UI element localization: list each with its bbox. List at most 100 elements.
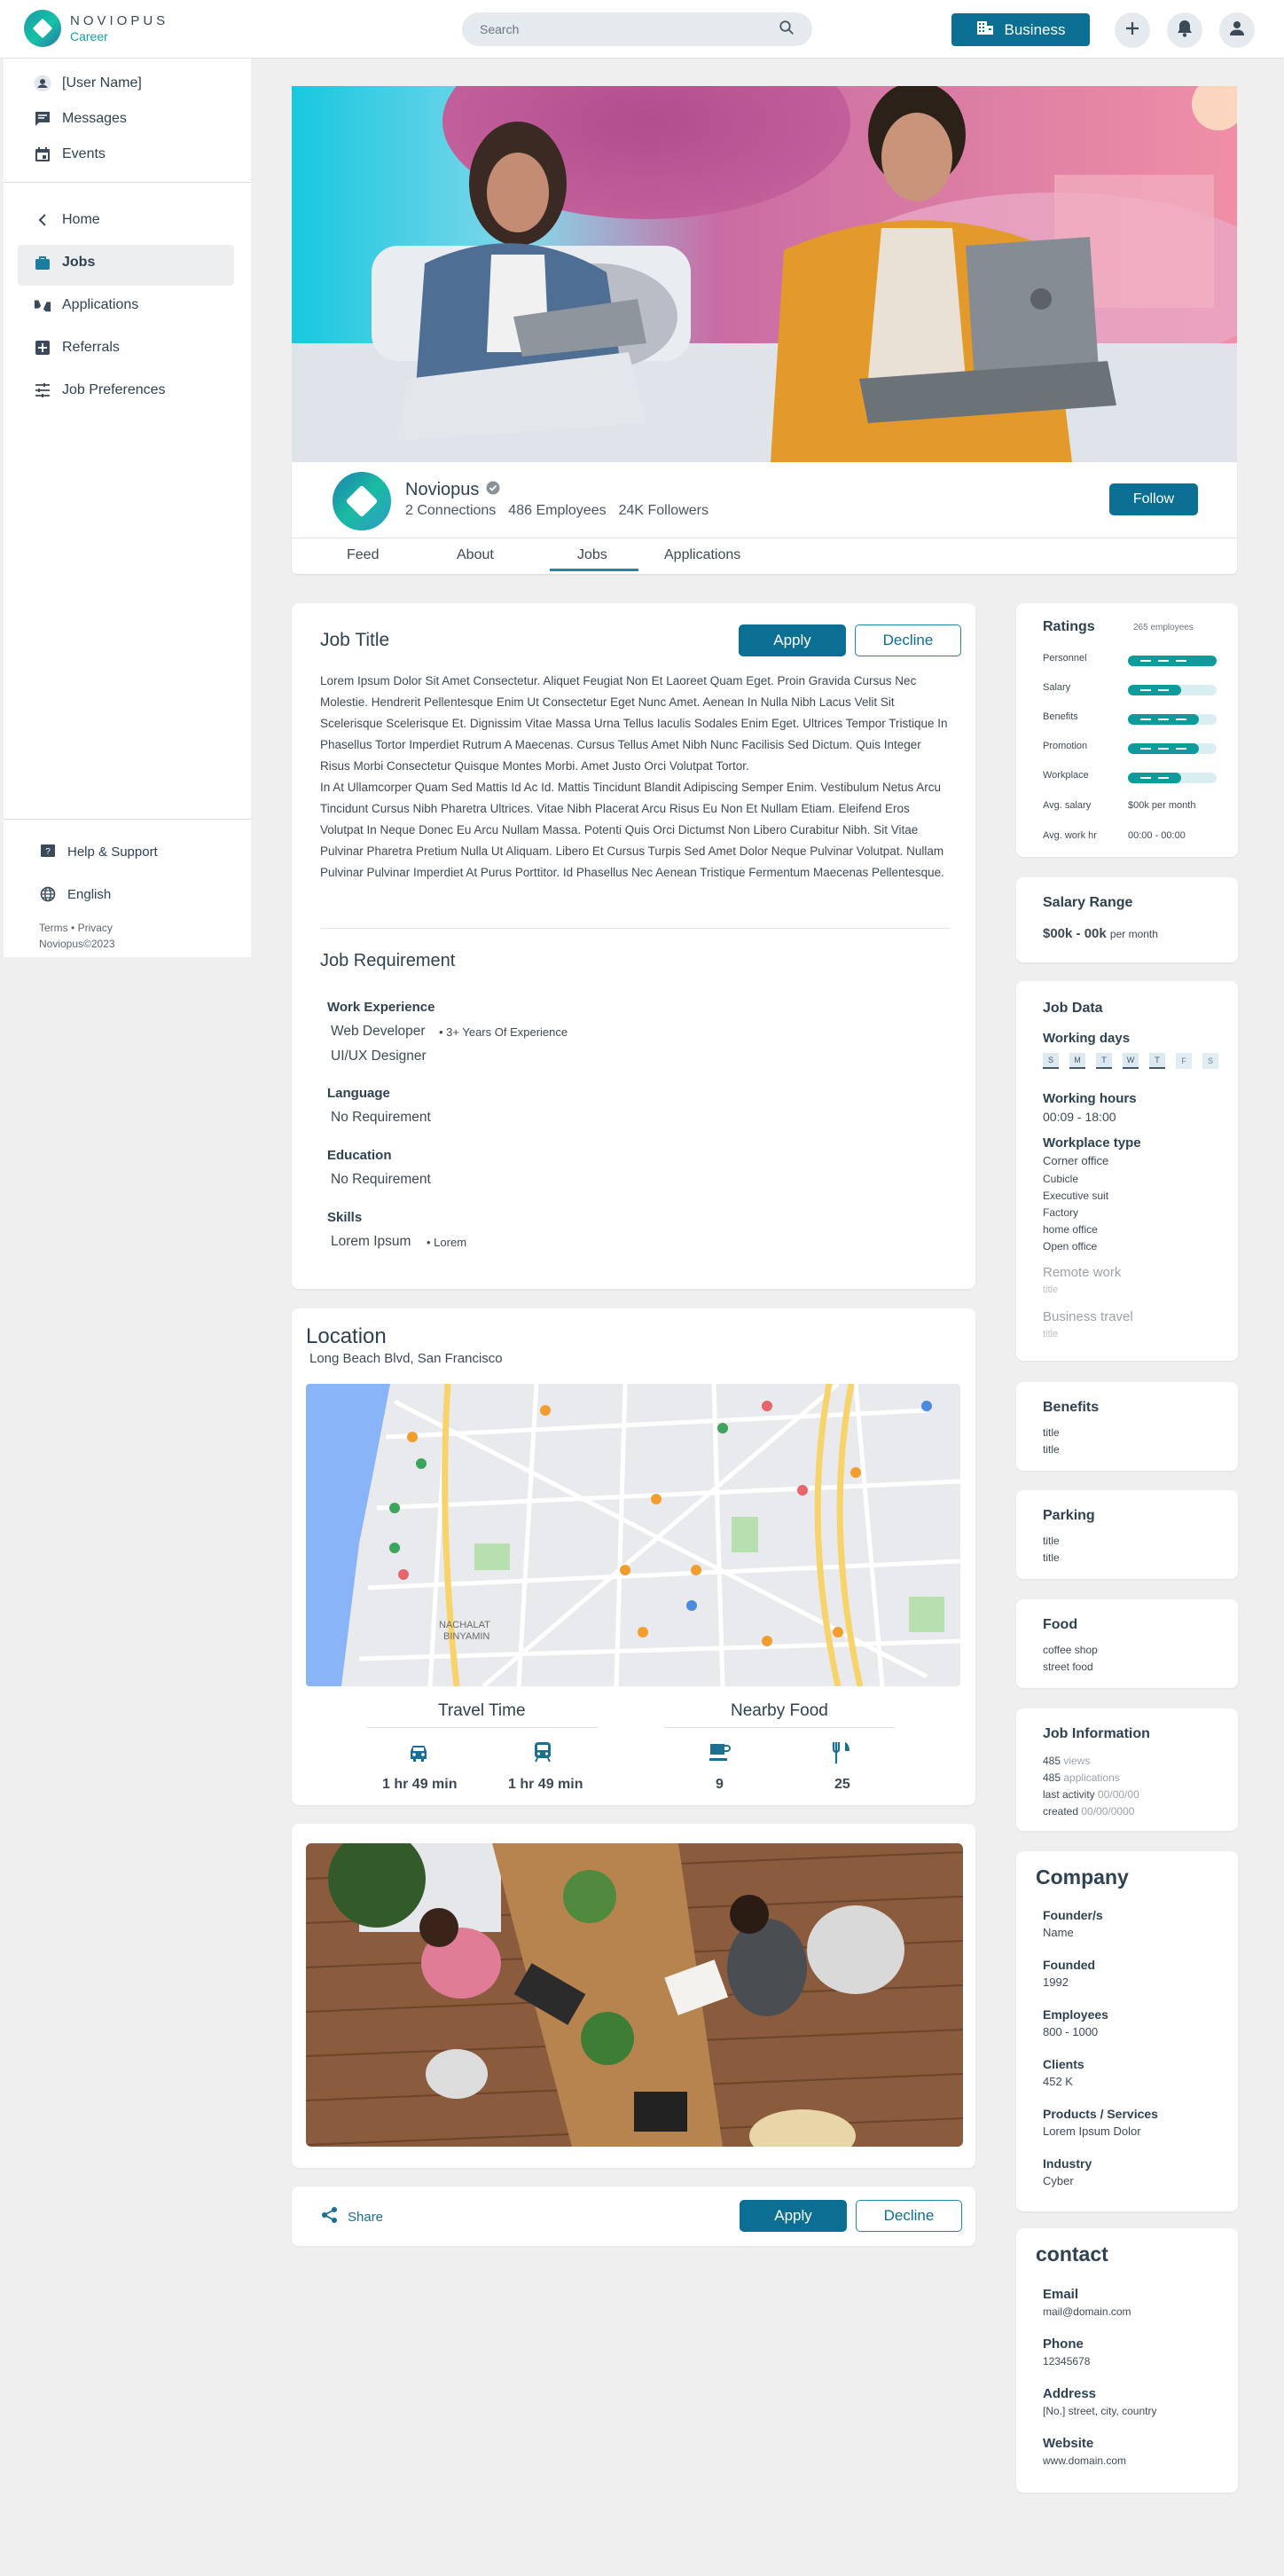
tab-about[interactable]: About bbox=[457, 547, 494, 563]
job-info-card: Job Information 485 views 485 applicatio… bbox=[1016, 1708, 1238, 1831]
follow-button[interactable]: Follow bbox=[1109, 483, 1198, 515]
brand-name: NOVIOPUS bbox=[70, 13, 169, 28]
work-years: • 3+ Years Of Experience bbox=[439, 1025, 568, 1039]
products-label: Products / Services bbox=[1043, 2107, 1158, 2121]
salary-title: Salary Range bbox=[1043, 895, 1133, 910]
email-value[interactable]: mail@domain.com bbox=[1043, 2305, 1131, 2318]
chevron-left-icon bbox=[34, 211, 51, 229]
remote-work-label: Remote work bbox=[1043, 1265, 1122, 1280]
active-tab-indicator bbox=[550, 569, 638, 571]
top-bar: NOVIOPUS Career Business bbox=[0, 0, 1284, 59]
sidebar-item-events[interactable]: Events bbox=[34, 145, 106, 163]
divider bbox=[320, 928, 950, 929]
privacy-link[interactable]: Privacy bbox=[78, 922, 113, 934]
skill-tag: Lorem Ipsum bbox=[331, 1234, 411, 1249]
divider bbox=[4, 819, 251, 820]
industry-label: Industry bbox=[1043, 2156, 1092, 2171]
brand-sub: Career bbox=[70, 29, 108, 43]
description-paragraph: In At Ullamcorper Quam Sed Mattis Id Ac … bbox=[320, 781, 944, 879]
sidebar-item-user[interactable]: [User Name] bbox=[34, 75, 142, 92]
employees-label: Employees bbox=[1043, 2007, 1108, 2022]
sidebar-item-job-preferences[interactable]: Job Preferences bbox=[34, 381, 166, 399]
skills-label: Skills bbox=[327, 1210, 363, 1225]
parking-item: title bbox=[1043, 1551, 1060, 1564]
message-icon bbox=[34, 110, 51, 128]
company-name[interactable]: Noviopus bbox=[405, 480, 479, 500]
share-button[interactable]: Share bbox=[321, 2206, 383, 2227]
rating-bar-salary bbox=[1128, 685, 1217, 695]
share-icon bbox=[321, 2206, 339, 2227]
office-photo-card bbox=[292, 1824, 975, 2168]
search-input[interactable] bbox=[480, 22, 779, 36]
sidebar-item-applications[interactable]: Applications bbox=[34, 296, 138, 314]
apply-button[interactable]: Apply bbox=[739, 624, 846, 656]
office-photo bbox=[306, 1843, 963, 2147]
company-card: Company Founder/s Name Founded 1992 Empl… bbox=[1016, 1851, 1238, 2211]
products-value: Lorem Ipsum Dolor bbox=[1043, 2124, 1141, 2138]
decline-button[interactable]: Decline bbox=[855, 624, 961, 656]
transit-time: 1 hr 49 min bbox=[508, 1777, 583, 1792]
remote-work-value: title bbox=[1043, 1284, 1059, 1295]
employees-count[interactable]: 486 Employees bbox=[508, 503, 606, 519]
sidebar-item-help[interactable]: ? Help & Support bbox=[39, 843, 158, 860]
sidebar-item-label: Messages bbox=[62, 111, 127, 126]
location-address: Long Beach Blvd, San Francisco bbox=[309, 1351, 503, 1366]
sidebar-item-label: Help & Support bbox=[67, 844, 158, 860]
parking-item: title bbox=[1043, 1535, 1060, 1547]
contact-card: contact Email mail@domain.com Phone 1234… bbox=[1016, 2228, 1238, 2493]
working-hours-label: Working hours bbox=[1043, 1091, 1137, 1106]
terms-link[interactable]: Terms bbox=[39, 922, 68, 934]
sidebar-item-label: Home bbox=[62, 212, 100, 227]
sidebar-item-home[interactable]: Home bbox=[34, 211, 100, 229]
sidebar-item-language[interactable]: English bbox=[39, 885, 111, 903]
building-icon bbox=[976, 20, 994, 40]
followers-count[interactable]: 24K Followers bbox=[619, 503, 709, 519]
education-value: No Requirement bbox=[331, 1172, 431, 1187]
car-time: 1 hr 49 min bbox=[382, 1777, 458, 1792]
working-days-label: Working days bbox=[1043, 1031, 1131, 1046]
add-box-icon bbox=[34, 339, 51, 357]
food-item: coffee shop bbox=[1043, 1644, 1098, 1656]
sidebar-item-jobs[interactable]: Jobs bbox=[34, 254, 95, 271]
notifications-button[interactable] bbox=[1167, 12, 1202, 48]
footer-links: Terms • Privacy bbox=[39, 922, 113, 934]
tab-applications[interactable]: Applications bbox=[664, 547, 740, 563]
workplace-type: Executive suit bbox=[1043, 1190, 1109, 1202]
sidebar-item-label: Job Preferences bbox=[62, 382, 166, 397]
rating-bar-accent bbox=[1158, 719, 1169, 720]
plus-icon bbox=[1125, 21, 1139, 40]
employees-value: 800 - 1000 bbox=[1043, 2025, 1099, 2038]
decline-button-bottom[interactable]: Decline bbox=[856, 2200, 962, 2232]
day-chip: W bbox=[1123, 1053, 1139, 1069]
job-card: Job Title Apply Decline Lorem Ipsum Dolo… bbox=[292, 603, 975, 1289]
avg-work-value: 00:00 - 00:00 bbox=[1128, 830, 1186, 841]
sidebar-item-messages[interactable]: Messages bbox=[34, 110, 127, 128]
benefits-card: Benefits title title bbox=[1016, 1382, 1238, 1471]
profile-button[interactable] bbox=[1219, 12, 1255, 48]
connections-count[interactable]: 2 Connections bbox=[405, 503, 496, 519]
logo[interactable]: NOVIOPUS Career bbox=[24, 10, 168, 47]
ratings-card: Ratings 265 employees Personnel Salary B… bbox=[1016, 603, 1238, 857]
food-item: street food bbox=[1043, 1661, 1093, 1673]
benefit-item: title bbox=[1043, 1426, 1060, 1439]
sidebar-item-referrals[interactable]: Referrals bbox=[34, 339, 120, 357]
add-button[interactable] bbox=[1115, 12, 1150, 48]
business-button[interactable]: Business bbox=[951, 13, 1090, 46]
applications-stat: 485 applications bbox=[1043, 1771, 1120, 1784]
company-stats: 2 Connections 486 Employees 24K Follower… bbox=[405, 503, 709, 519]
divider bbox=[4, 182, 251, 183]
map[interactable]: NACHALAT BINYAMIN bbox=[306, 1384, 960, 1686]
share-label: Share bbox=[348, 2209, 384, 2225]
bell-icon bbox=[1177, 20, 1193, 42]
rating-bar-promotion bbox=[1128, 743, 1217, 754]
website-value[interactable]: www.domain.com bbox=[1043, 2454, 1126, 2467]
sidebar: [User Name] Messages Events Home Jobs Ap… bbox=[4, 59, 251, 957]
work-role: Web Developer bbox=[331, 1024, 426, 1039]
created-stat: created 00/00/0000 bbox=[1043, 1805, 1135, 1818]
search-icon[interactable] bbox=[779, 20, 795, 40]
tab-jobs[interactable]: Jobs bbox=[577, 547, 607, 563]
tab-feed[interactable]: Feed bbox=[347, 547, 379, 563]
apply-button-bottom[interactable]: Apply bbox=[740, 2200, 847, 2232]
skill-tag: • Lorem bbox=[427, 1236, 467, 1249]
phone-value[interactable]: 12345678 bbox=[1043, 2355, 1090, 2368]
